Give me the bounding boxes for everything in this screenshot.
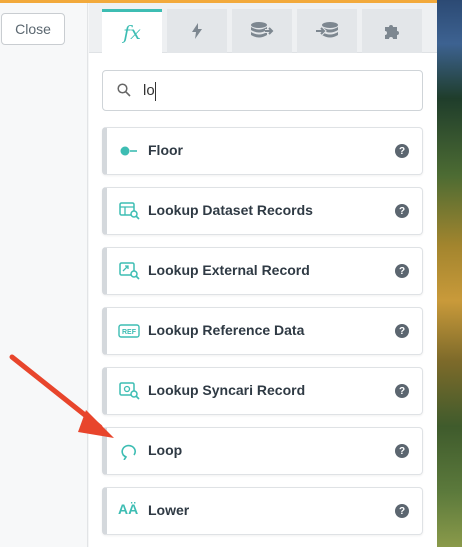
help-icon[interactable]: ? bbox=[395, 204, 409, 218]
floor-icon bbox=[120, 146, 137, 156]
external-lookup-icon bbox=[119, 262, 140, 280]
list-item-loop[interactable]: Loop ? bbox=[102, 427, 423, 475]
dataset-lookup-icon bbox=[119, 202, 140, 220]
tab-export[interactable] bbox=[232, 9, 292, 53]
item-label: Lookup Dataset Records bbox=[148, 202, 313, 218]
list-item-lower[interactable]: AÄ Lower ? bbox=[102, 487, 423, 535]
tab-plugins[interactable] bbox=[362, 9, 422, 53]
loop-icon bbox=[121, 444, 136, 460]
list-item-lookup-external-record[interactable]: Lookup External Record ? bbox=[102, 247, 423, 295]
tab-import[interactable] bbox=[297, 9, 357, 53]
search-value: lo bbox=[143, 82, 155, 99]
lowercase-icon: AÄ bbox=[118, 501, 139, 517]
list-item-lookup-syncari-record[interactable]: Lookup Syncari Record ? bbox=[102, 367, 423, 415]
search-input[interactable]: lo bbox=[102, 70, 423, 111]
syncari-lookup-icon bbox=[119, 382, 140, 400]
annotation-arrow-icon bbox=[9, 354, 114, 438]
tab-actions[interactable] bbox=[167, 9, 227, 53]
bolt-icon bbox=[192, 23, 202, 39]
item-label: Lookup External Record bbox=[148, 262, 310, 278]
help-icon[interactable]: ? bbox=[395, 444, 409, 458]
ref-icon-text: REF bbox=[122, 329, 137, 336]
puzzle-icon bbox=[385, 25, 399, 39]
item-label: Floor bbox=[148, 142, 183, 158]
fx-icon: fx bbox=[123, 21, 141, 44]
item-label: Lookup Reference Data bbox=[148, 322, 305, 338]
item-label: Lookup Syncari Record bbox=[148, 382, 306, 398]
text-caret bbox=[155, 82, 156, 101]
item-label: Lower bbox=[148, 502, 190, 518]
database-export-icon bbox=[251, 22, 274, 38]
ref-icon: REF bbox=[118, 324, 140, 338]
tab-bar: fx bbox=[89, 3, 437, 53]
help-icon[interactable]: ? bbox=[395, 384, 409, 398]
list-item-floor[interactable]: Floor ? bbox=[102, 127, 423, 175]
help-icon[interactable]: ? bbox=[395, 264, 409, 278]
list-item-lookup-dataset-records[interactable]: Lookup Dataset Records ? bbox=[102, 187, 423, 235]
help-icon[interactable]: ? bbox=[395, 324, 409, 338]
help-icon[interactable]: ? bbox=[395, 144, 409, 158]
help-icon[interactable]: ? bbox=[395, 504, 409, 518]
database-import-icon bbox=[316, 22, 338, 38]
function-panel: fx lo Floor ? Lookup Dataset Records ? L… bbox=[89, 3, 437, 547]
list-item-lookup-reference-data[interactable]: REF Lookup Reference Data ? bbox=[102, 307, 423, 355]
item-label: Loop bbox=[148, 442, 183, 458]
background-photo bbox=[437, 0, 462, 547]
